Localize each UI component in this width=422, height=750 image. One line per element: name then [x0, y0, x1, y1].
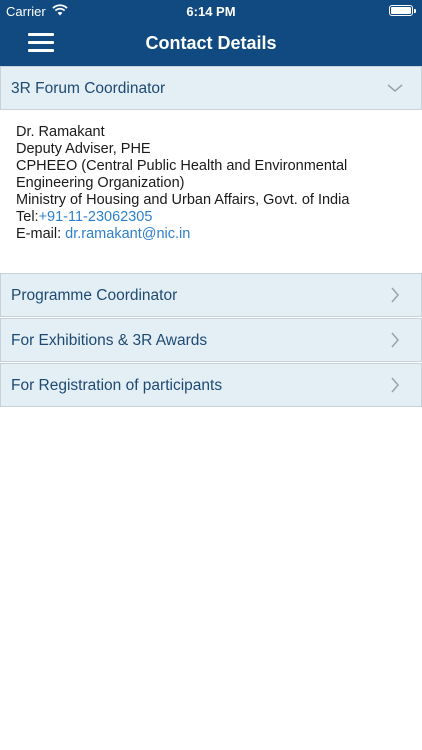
- contact-email-row: E-mail: dr.ramakant@nic.in: [16, 226, 416, 243]
- battery-icon: [389, 5, 416, 16]
- page-title: Contact Details: [145, 33, 277, 53]
- chevron-right-icon: [391, 287, 399, 303]
- section-programme-coordinator[interactable]: Programme Coordinator: [0, 273, 422, 317]
- phone-link[interactable]: +91-11-23062305: [39, 209, 153, 225]
- email-label: E-mail:: [16, 226, 66, 242]
- section-label: For Registration of participants: [11, 377, 223, 394]
- contact-org-line2: Engineering Organization): [16, 175, 185, 191]
- section-label: 3R Forum Coordinator: [11, 80, 166, 97]
- contact-details: Dr. Ramakant Deputy Adviser, PHE CPHEEO …: [16, 124, 416, 243]
- contact-tel-row: Tel:+91-11-23062305: [16, 209, 416, 226]
- section-registration[interactable]: For Registration of participants: [0, 363, 422, 407]
- app-header: Carrier 6:14 PM Contact Details: [0, 0, 422, 66]
- clock: 6:14 PM: [186, 4, 236, 19]
- section-3r-forum-coordinator[interactable]: 3R Forum Coordinator: [0, 66, 422, 110]
- section-label: For Exhibitions & 3R Awards: [11, 332, 208, 349]
- chevron-right-icon: [391, 377, 399, 393]
- contact-org-line1: CPHEEO (Central Public Health and Enviro…: [16, 158, 348, 174]
- status-bar: Carrier 6:14 PM: [0, 0, 422, 22]
- contact-designation: Deputy Adviser, PHE: [16, 141, 151, 157]
- chevron-right-icon: [391, 332, 399, 348]
- chevron-down-icon: [387, 84, 403, 92]
- tel-label: Tel:: [16, 209, 39, 225]
- section-label: Programme Coordinator: [11, 287, 178, 304]
- section-exhibitions-awards[interactable]: For Exhibitions & 3R Awards: [0, 318, 422, 362]
- contact-name: Dr. Ramakant: [16, 124, 105, 140]
- contact-ministry: Ministry of Housing and Urban Affairs, G…: [16, 192, 350, 208]
- email-link[interactable]: dr.ramakant@nic.in: [65, 226, 190, 242]
